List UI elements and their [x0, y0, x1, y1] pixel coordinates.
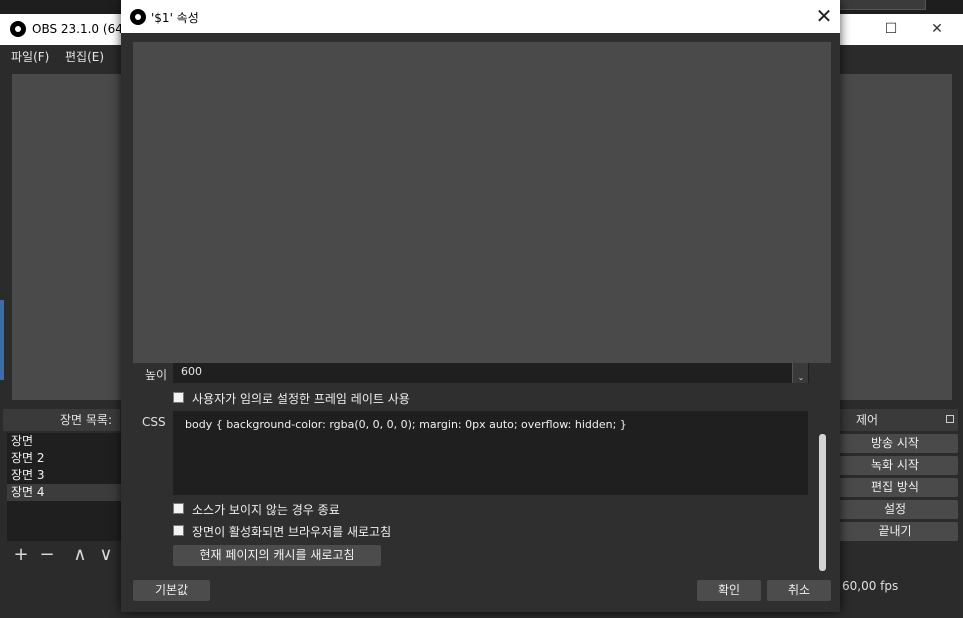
- start-recording-button[interactable]: 녹화 시작: [832, 456, 958, 475]
- list-item[interactable]: 장면 2: [7, 450, 122, 467]
- source-preview: [133, 42, 831, 363]
- close-button[interactable]: ✕: [914, 14, 960, 45]
- menu-edit[interactable]: 편집(E): [65, 48, 104, 65]
- css-textarea[interactable]: body { background-color: rgba(0, 0, 0, 0…: [173, 411, 808, 495]
- list-item[interactable]: 장면: [7, 433, 122, 450]
- height-label: 높이: [145, 368, 168, 382]
- scenes-toolbar: + − ∧ ∨: [7, 543, 122, 567]
- custom-fps-label: 사용자가 임의로 설정한 프레임 레이트 사용: [192, 392, 410, 406]
- studio-mode-button[interactable]: 편집 방식: [832, 478, 958, 497]
- dialog-title-bar: '$1' 속성 ✕: [121, 0, 840, 33]
- list-item[interactable]: 장면 3: [7, 467, 122, 484]
- scenes-list[interactable]: 장면 장면 2 장면 3 장면 4: [7, 433, 122, 541]
- fps-status: 60,00 fps: [842, 579, 899, 593]
- list-item[interactable]: 장면 4: [7, 484, 122, 501]
- controls-title: 제어: [856, 413, 879, 427]
- menu-file[interactable]: 파일(F): [11, 48, 49, 65]
- dialog-close-button[interactable]: ✕: [811, 3, 837, 29]
- scrollbar-thumb[interactable]: [819, 434, 826, 571]
- main-window-title: OBS 23.1.0 (64-: [32, 22, 128, 36]
- dock-edge-indicator: [0, 300, 4, 380]
- defaults-button[interactable]: 기본값: [133, 580, 210, 601]
- chevron-down-icon[interactable]: ⌄: [793, 373, 809, 383]
- cancel-button[interactable]: 취소: [767, 580, 831, 601]
- refresh-cache-button[interactable]: 현재 페이지의 캐시를 새로고침: [173, 545, 381, 566]
- properties-dialog: '$1' 속성 ✕ 높이 600 ⌄ 사용자가 임의로 설정한 프레임 레이트 …: [121, 0, 840, 612]
- scenes-dock-header: 장면 목록:: [3, 409, 120, 431]
- exit-button[interactable]: 끝내기: [832, 522, 958, 541]
- remove-scene-button[interactable]: −: [36, 543, 58, 567]
- height-spinbox[interactable]: 600: [173, 363, 809, 383]
- controls-dock-header: 제어: [832, 409, 958, 431]
- height-spin-buttons[interactable]: ⌄: [792, 363, 808, 383]
- obs-logo-icon: [10, 21, 26, 37]
- ok-button[interactable]: 확인: [697, 580, 761, 601]
- dialog-title: '$1' 속성: [151, 11, 199, 25]
- start-streaming-button[interactable]: 방송 시작: [832, 434, 958, 453]
- custom-fps-checkbox[interactable]: [173, 392, 184, 403]
- css-label: CSS: [142, 415, 166, 429]
- add-scene-button[interactable]: +: [10, 543, 32, 567]
- refresh-on-active-checkbox[interactable]: [173, 525, 184, 536]
- move-down-button[interactable]: ∨: [95, 543, 117, 567]
- settings-button[interactable]: 설정: [832, 500, 958, 519]
- refresh-on-active-label: 장면이 활성화되면 브라우저를 새로고침: [192, 525, 392, 539]
- shutdown-label: 소스가 보이지 않는 경우 종료: [192, 503, 340, 517]
- maximize-button[interactable]: ☐: [868, 14, 914, 45]
- shutdown-checkbox[interactable]: [173, 503, 184, 514]
- move-up-button[interactable]: ∧: [69, 543, 91, 567]
- float-dock-icon[interactable]: [946, 415, 954, 423]
- obs-logo-icon: [130, 9, 146, 25]
